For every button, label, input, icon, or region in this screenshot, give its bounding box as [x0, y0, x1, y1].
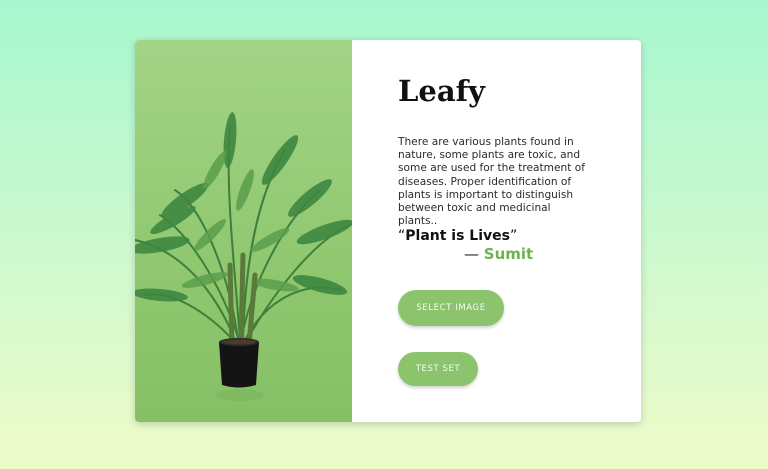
plant-image-panel: [135, 40, 352, 422]
test-set-button[interactable]: TEST SET: [398, 352, 478, 386]
quote: “Plant is Lives”: [398, 228, 517, 244]
select-image-button[interactable]: SELECT IMAGE: [398, 290, 504, 326]
quote-author: — Sumit: [464, 245, 533, 263]
plant-illustration: [135, 112, 352, 401]
quote-text: Plant is Lives: [405, 228, 510, 244]
info-panel: Leafy There are various plants found in …: [352, 40, 641, 422]
plant-card: Leafy There are various plants found in …: [135, 40, 641, 422]
quote-close-mark: ”: [510, 228, 518, 244]
app-title: Leafy: [398, 74, 485, 108]
author-name: Sumit: [483, 245, 534, 263]
description-text: There are various plants found in nature…: [398, 136, 585, 228]
author-dash: —: [464, 245, 484, 263]
